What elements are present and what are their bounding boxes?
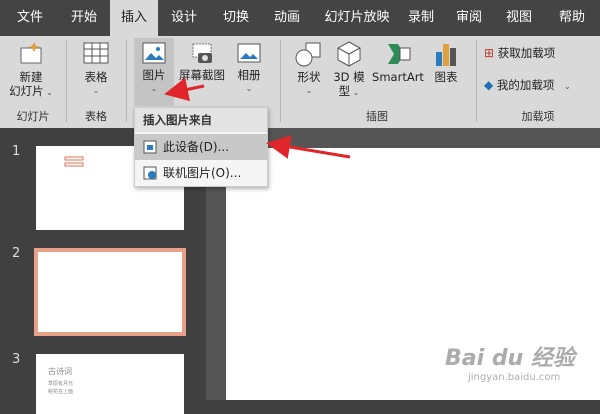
get-addins-button[interactable]: ⊞ 获取加载项 <box>484 46 594 64</box>
smartart-button[interactable]: SmartArt <box>370 40 426 92</box>
my-addins-button[interactable]: ◆ 我的加载项 ⌄ <box>484 78 594 96</box>
tab-animations[interactable]: 动画 <box>264 0 310 36</box>
camera-icon <box>192 43 212 63</box>
chart-icon <box>436 44 456 66</box>
chart-button[interactable]: 图表 <box>428 40 464 92</box>
cube-icon <box>337 41 361 67</box>
new-slide-label-1: 新建 <box>19 70 43 84</box>
3d-model-label-2: 型 ⌄ <box>338 84 360 98</box>
slide-thumbnail-2[interactable] <box>34 248 186 336</box>
addin-cube-icon: ◆ <box>484 78 494 92</box>
3d-model-button[interactable]: 3D 模 型 ⌄ <box>330 40 368 108</box>
ribbon-divider <box>126 40 127 122</box>
tab-insert[interactable]: 插入 <box>110 0 158 36</box>
tab-review[interactable]: 审阅 <box>446 0 492 36</box>
tab-home[interactable]: 开始 <box>60 0 108 36</box>
slide-thumbnail-3[interactable]: 古诗词 草原有月光 稻花在上面 <box>36 354 184 414</box>
tab-design[interactable]: 设计 <box>162 0 206 36</box>
table-button[interactable]: 表格 ⌄ <box>72 40 120 104</box>
slide-number: 2 <box>12 246 21 261</box>
album-icon <box>237 43 261 63</box>
group-label-illustrations: 插图 <box>366 110 388 123</box>
menu-item-label: 联机图片(O)... <box>163 166 242 180</box>
shapes-icon <box>295 42 321 67</box>
store-icon: ⊞ <box>484 46 495 60</box>
new-slide-label-2: 幻灯片 ⌄ <box>9 84 53 98</box>
group-label-addins: 加载项 <box>521 110 555 123</box>
chevron-down-icon: ⌄ <box>43 88 53 97</box>
menu-item-this-device[interactable]: 此设备(D)... <box>135 134 267 160</box>
chevron-down-icon: ⌄ <box>305 86 313 95</box>
smartart-icon <box>388 44 411 64</box>
tab-view[interactable]: 视图 <box>496 0 542 36</box>
chevron-down-icon: ⌄ <box>245 84 253 93</box>
tab-slideshow[interactable]: 幻灯片放映 <box>316 0 398 36</box>
baidu-watermark-logo: Bai du 经验 <box>445 346 575 371</box>
shapes-label: 形状 <box>297 70 321 84</box>
screenshot-button[interactable]: 屏幕截图 <box>176 40 228 92</box>
chart-label: 图表 <box>434 70 458 84</box>
chevron-down-icon: ⌄ <box>92 86 100 95</box>
tab-transitions[interactable]: 切换 <box>212 0 260 36</box>
new-slide-icon <box>20 42 42 64</box>
group-label-tables: 表格 <box>85 110 107 123</box>
smartart-label: SmartArt <box>372 70 424 84</box>
picture-button[interactable]: 图片 ⌄ <box>134 38 174 106</box>
tab-file[interactable]: 文件 <box>8 0 52 36</box>
slide-number: 1 <box>12 144 21 159</box>
shapes-button[interactable]: 形状 ⌄ <box>288 40 330 104</box>
device-icon <box>143 140 157 154</box>
my-addins-label: 我的加载项 <box>496 78 555 92</box>
get-addins-label: 获取加载项 <box>497 46 556 60</box>
slide-3-bullet-2: 稻花在上面 <box>48 389 74 395</box>
slide-number: 3 <box>12 352 21 367</box>
baidu-watermark-url: jingyan.baidu.com <box>468 372 561 383</box>
3d-model-label-1: 3D 模 <box>333 70 365 84</box>
slide-3-bullet-1: 草原有月光 <box>48 381 74 387</box>
insert-picture-dropdown: 插入图片来自 此设备(D)... 联机图片(O)... <box>134 107 268 187</box>
chevron-down-icon: ⌄ <box>564 82 571 91</box>
picture-icon <box>142 42 166 64</box>
ribbon-tab-bar: 文件 开始 插入 设计 切换 动画 幻灯片放映 录制 审阅 视图 帮助 <box>0 0 600 36</box>
globe-icon <box>143 166 157 180</box>
table-icon <box>83 42 109 64</box>
slide-shape-icon <box>64 156 84 167</box>
table-label: 表格 <box>84 70 108 84</box>
group-label-slides: 幻灯片 <box>16 110 50 123</box>
chevron-down-icon: ⌄ <box>150 84 158 93</box>
tab-help[interactable]: 帮助 <box>548 0 596 36</box>
dropdown-header: 插入图片来自 <box>135 108 267 132</box>
picture-label: 图片 <box>142 68 166 82</box>
tab-record[interactable]: 录制 <box>400 0 442 36</box>
menu-item-label: 此设备(D)... <box>163 140 230 154</box>
screenshot-label: 屏幕截图 <box>179 68 225 82</box>
album-label: 相册 <box>237 68 261 82</box>
new-slide-button[interactable]: 新建 幻灯片 ⌄ <box>4 40 58 104</box>
menu-item-online-pictures[interactable]: 联机图片(O)... <box>135 160 267 186</box>
chevron-down-icon: ⌄ <box>350 88 360 97</box>
ribbon-panel: 新建 幻灯片 ⌄ 幻灯片 表格 ⌄ 表格 图片 ⌄ 屏幕截图 相册 ⌄ 形状 ⌄… <box>0 36 600 128</box>
slide-3-title: 古诗词 <box>48 367 72 376</box>
album-button[interactable]: 相册 ⌄ <box>230 40 268 104</box>
